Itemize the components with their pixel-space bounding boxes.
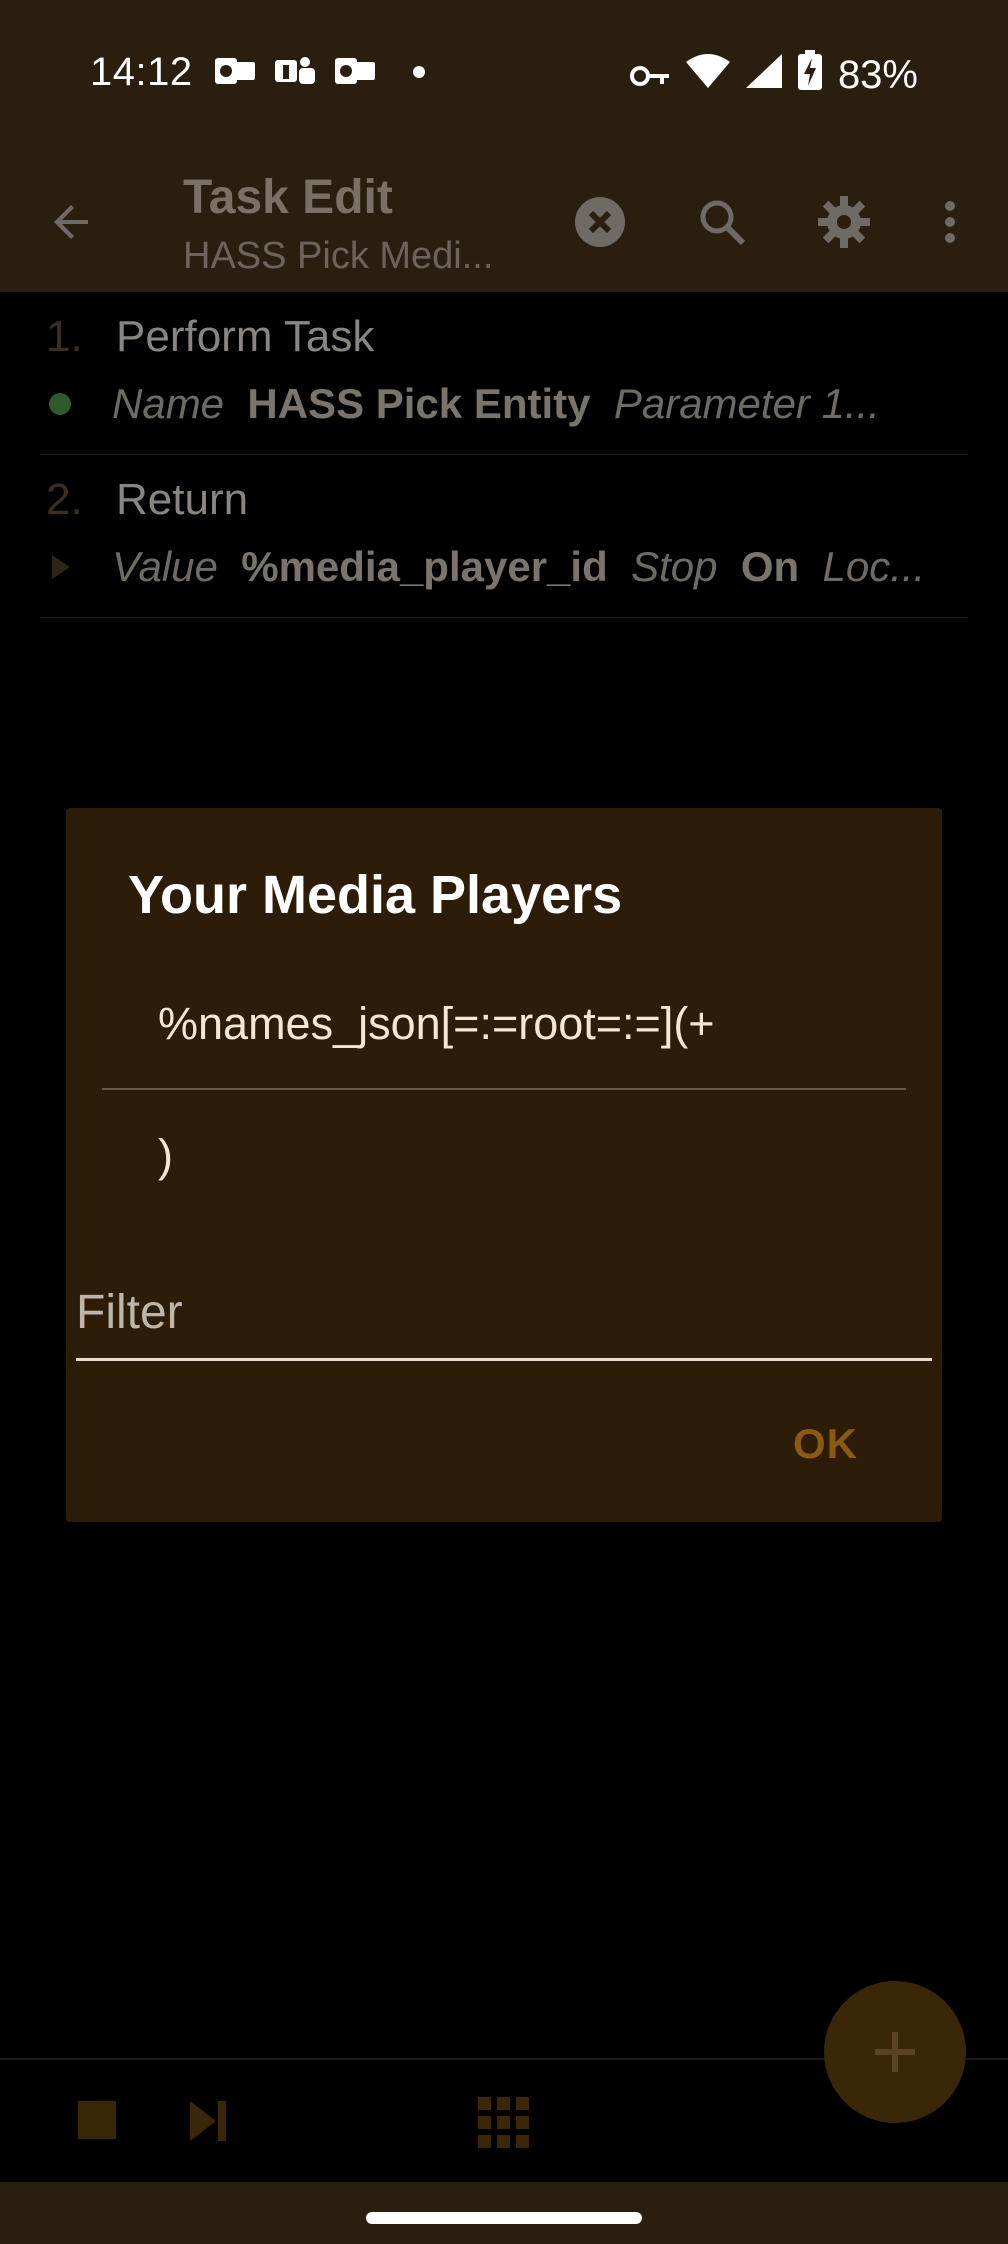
status-time: 14:12 <box>90 50 193 94</box>
battery-percent: 83% <box>837 52 918 97</box>
dialog-title: Your Media Players <box>128 865 623 925</box>
skip-next-icon <box>190 2101 226 2141</box>
divider <box>102 1088 906 1090</box>
wifi-icon <box>685 53 730 98</box>
close-circle-icon <box>575 197 625 247</box>
search-button[interactable] <box>690 190 754 254</box>
param-label: Name <box>112 380 225 427</box>
add-action-button[interactable] <box>824 1981 966 2123</box>
param-value: On <box>740 543 800 590</box>
plus-icon <box>875 2032 915 2072</box>
page-subtitle: HASS Pick Medi... <box>183 235 494 277</box>
vpn-key-icon <box>629 53 670 98</box>
dot-icon <box>413 66 425 78</box>
ok-button[interactable]: OK <box>793 1420 858 1468</box>
battery-charging-icon <box>797 50 822 100</box>
search-icon <box>700 200 746 246</box>
overflow-menu-button[interactable] <box>918 190 982 254</box>
stop-icon <box>78 2101 116 2139</box>
param-value: HASS Pick Entity <box>247 380 591 427</box>
task-name: Return <box>116 475 249 524</box>
task-name: Perform Task <box>116 312 375 361</box>
task-number: 1. <box>46 312 83 361</box>
task-params: Name HASS Pick Entity Parameter 1... <box>112 380 972 428</box>
notification-icons <box>215 54 425 88</box>
param-label: Parameter 1 <box>613 380 845 427</box>
task-list: 1. Perform Task Name HASS Pick Entity Pa… <box>0 292 1008 618</box>
param-label: Loc... <box>822 543 926 590</box>
outlook-icon <box>215 54 257 88</box>
param-label: Stop <box>631 543 718 590</box>
filter-input[interactable]: Filter <box>76 1278 932 1361</box>
app-bar: Task Edit HASS Pick Medi... <box>0 150 1008 292</box>
cancel-button[interactable] <box>568 190 632 254</box>
arrow-back-icon <box>54 205 88 239</box>
param-value: %media_player_id <box>241 543 608 590</box>
task-row[interactable]: 2. Return Value %media_player_id Stop On… <box>40 455 968 618</box>
page-title: Task Edit <box>183 171 393 224</box>
param-label: Value <box>112 543 218 590</box>
list-item[interactable]: %names_json[=:=root=:=](+ <box>158 998 715 1050</box>
task-number: 2. <box>46 475 83 524</box>
step-button[interactable] <box>186 2097 234 2145</box>
list-item[interactable]: ) <box>158 1130 173 1182</box>
system-icons: 83% <box>629 50 918 100</box>
stop-button[interactable] <box>74 2097 122 2145</box>
action-grid-button[interactable] <box>478 2097 529 2148</box>
outlook-icon <box>335 54 377 88</box>
status-bar: 14:12 83% <box>0 0 1008 150</box>
status-dot-icon <box>48 392 72 421</box>
teams-icon <box>275 54 317 88</box>
media-players-dialog: Your Media Players %names_json[=:=root=:… <box>66 808 942 1522</box>
param-value: ... <box>844 380 880 427</box>
gear-icon <box>818 196 870 248</box>
back-button[interactable] <box>40 190 104 254</box>
more-vert-icon <box>945 201 955 243</box>
task-row[interactable]: 1. Perform Task Name HASS Pick Entity Pa… <box>40 292 968 455</box>
settings-button[interactable] <box>812 190 876 254</box>
home-gesture-handle[interactable] <box>366 2212 642 2224</box>
expand-triangle-icon <box>48 555 72 584</box>
task-params: Value %media_player_id Stop On Loc... <box>112 543 972 591</box>
grid-icon <box>478 2097 529 2148</box>
signal-icon <box>745 53 782 98</box>
